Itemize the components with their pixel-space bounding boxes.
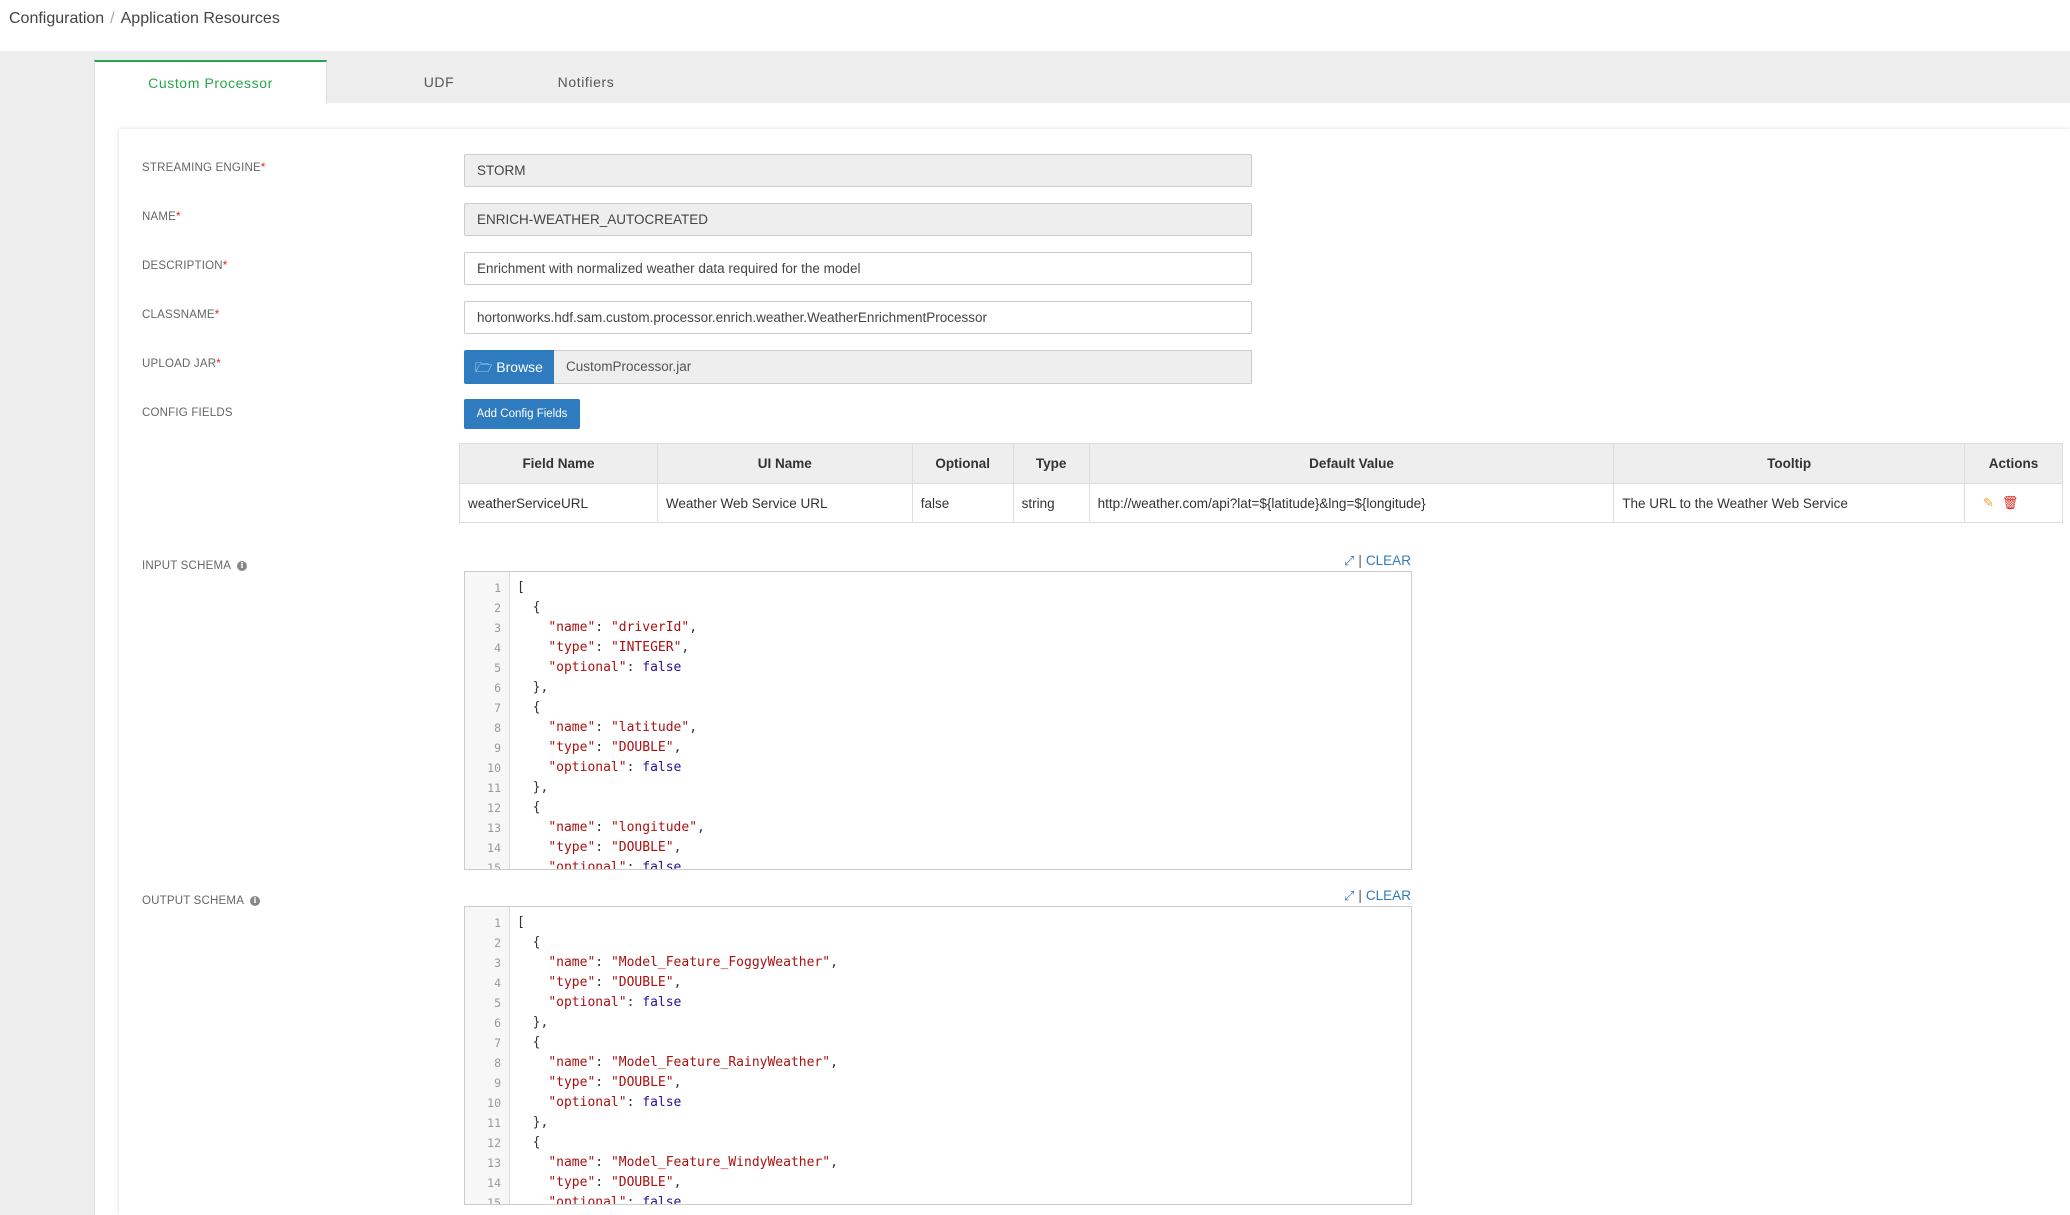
input-schema-tools: ⤢ | CLEAR bbox=[1344, 553, 1411, 569]
table-row: weatherServiceURL Weather Web Service UR… bbox=[459, 483, 2063, 523]
column-header: Actions bbox=[1964, 443, 2063, 484]
pencil-icon[interactable]: ✎ bbox=[1983, 495, 1994, 510]
column-header: Field Name bbox=[459, 443, 658, 484]
input-schema-editor[interactable]: 1[ 2 { 3 "name": "driverId", 4 "type": "… bbox=[464, 571, 1412, 870]
table-cell: Weather Web Service URL bbox=[656, 483, 913, 523]
code-lines: 1[ 2 { 3 "name": "Model_Feature_FoggyWea… bbox=[487, 915, 838, 1205]
tools-separator: | bbox=[1358, 888, 1362, 903]
table-header-row: Field Name UI Name Optional Type Default… bbox=[459, 443, 2063, 484]
upload-jar-filename: CustomProcessor.jar bbox=[554, 350, 1252, 384]
actions-cell: ✎ 🗑 bbox=[1964, 483, 2063, 523]
description-label: DESCRIPTION* bbox=[142, 260, 228, 272]
folder-open-icon: 🗁 bbox=[475, 359, 493, 375]
expand-icon[interactable]: ⤢ bbox=[1344, 553, 1354, 568]
tab-notifiers[interactable]: Notifiers bbox=[506, 60, 666, 103]
add-config-fields-button[interactable]: Add Config Fields bbox=[464, 399, 580, 429]
classname-label: CLASSNAME* bbox=[142, 309, 220, 321]
clear-input-schema-button[interactable]: CLEAR bbox=[1366, 553, 1411, 568]
streaming-engine-field[interactable]: STORM bbox=[464, 154, 1252, 187]
column-header: Default Value bbox=[1088, 443, 1615, 484]
table-cell: weatherServiceURL bbox=[459, 483, 658, 523]
browse-button-label: Browse bbox=[496, 359, 543, 375]
breadcrumb-current: Application Resources bbox=[120, 10, 280, 27]
breadcrumb-separator: / bbox=[110, 10, 115, 27]
config-fields-table: Field Name UI Name Optional Type Default… bbox=[459, 443, 2063, 523]
clear-output-schema-button[interactable]: CLEAR bbox=[1366, 888, 1411, 903]
name-field[interactable]: ENRICH-WEATHER_AUTOCREATED bbox=[464, 203, 1252, 236]
classname-field[interactable]: hortonworks.hdf.sam.custom.processor.enr… bbox=[464, 301, 1252, 334]
trash-icon[interactable]: 🗑 bbox=[2002, 495, 2019, 510]
column-header: Tooltip bbox=[1613, 443, 1965, 484]
table-cell: http://weather.com/api?lat=${latitude}&l… bbox=[1088, 483, 1615, 523]
description-field[interactable]: Enrichment with normalized weather data … bbox=[464, 252, 1252, 285]
output-schema-editor[interactable]: 1[ 2 { 3 "name": "Model_Feature_FoggyWea… bbox=[464, 906, 1412, 1205]
output-schema-label: OUTPUT SCHEMA i bbox=[142, 895, 261, 907]
info-icon[interactable]: i bbox=[237, 560, 248, 571]
table-cell: string bbox=[1012, 483, 1090, 523]
browse-button[interactable]: 🗁 Browse bbox=[464, 350, 554, 384]
column-header: UI Name bbox=[656, 443, 913, 484]
info-icon[interactable]: i bbox=[250, 895, 261, 906]
column-header: Optional bbox=[911, 443, 1014, 484]
upload-jar-label: UPLOAD JAR* bbox=[142, 358, 221, 370]
table-cell: The URL to the Weather Web Service bbox=[1613, 483, 1965, 523]
code-lines: 1[ 2 { 3 "name": "driverId", 4 "type": "… bbox=[487, 580, 705, 870]
streaming-engine-label: STREAMING ENGINE* bbox=[142, 162, 266, 174]
config-fields-label: CONFIG FIELDS bbox=[142, 407, 233, 419]
breadcrumb-configuration[interactable]: Configuration bbox=[9, 10, 104, 27]
name-label: NAME* bbox=[142, 211, 181, 223]
table-cell: false bbox=[911, 483, 1014, 523]
tab-udf[interactable]: UDF bbox=[394, 60, 484, 103]
output-schema-tools: ⤢ | CLEAR bbox=[1344, 888, 1411, 904]
input-schema-label: INPUT SCHEMA i bbox=[142, 560, 248, 572]
tab-custom-processor[interactable]: Custom Processor bbox=[94, 60, 327, 104]
breadcrumb: Configuration / Application Resources bbox=[9, 10, 280, 28]
expand-icon[interactable]: ⤢ bbox=[1344, 888, 1354, 903]
tools-separator: | bbox=[1358, 553, 1362, 568]
column-header: Type bbox=[1012, 443, 1090, 484]
